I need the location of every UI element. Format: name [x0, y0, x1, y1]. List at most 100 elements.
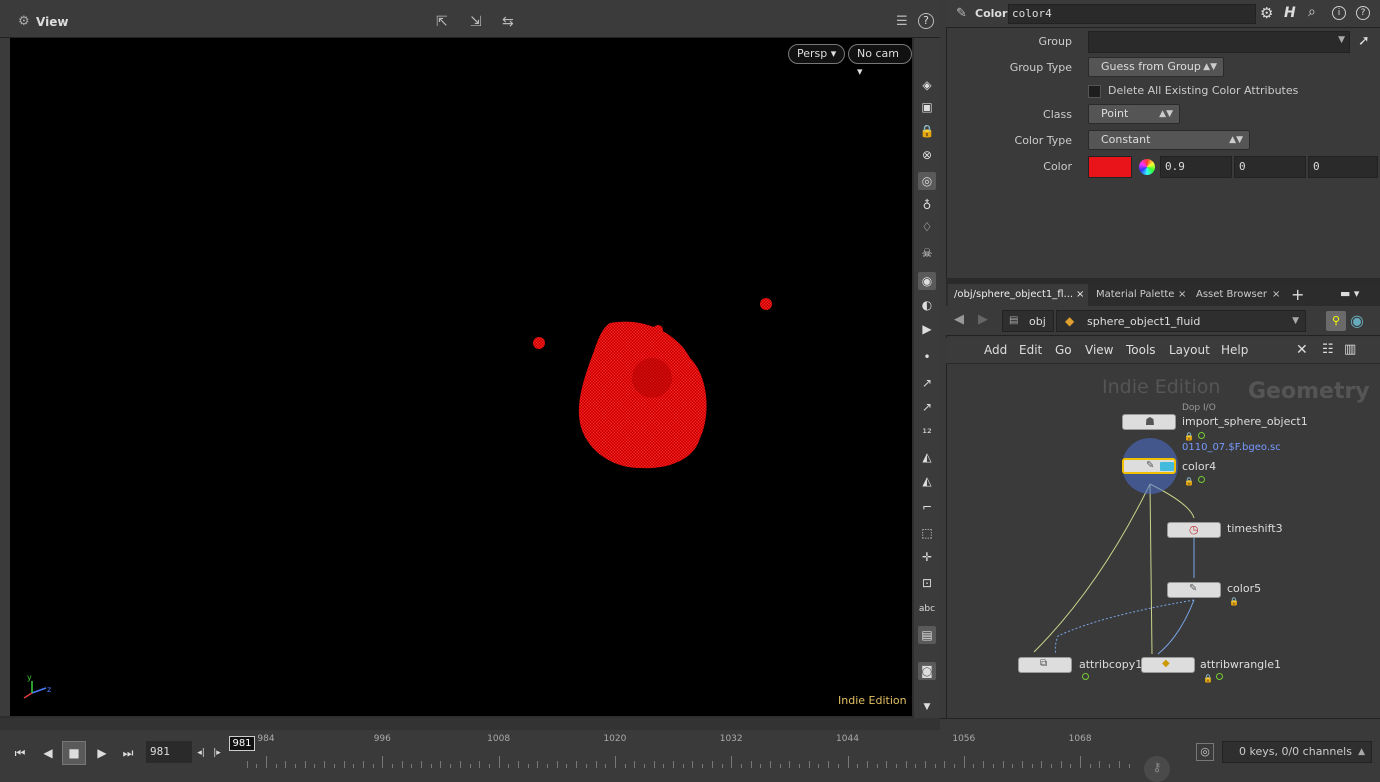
- node-attribcopy[interactable]: ⧉: [1018, 657, 1072, 673]
- ruler-tick: [663, 764, 665, 768]
- node-name-field[interactable]: color4: [1008, 4, 1256, 24]
- persp-menu[interactable]: Persp ▾: [788, 44, 846, 64]
- light-icon[interactable]: ♁: [918, 196, 936, 214]
- path-obj-segment[interactable]: ▤ obj: [1002, 310, 1054, 332]
- view-icon[interactable]: ⚙: [18, 14, 30, 29]
- node-attribwrangle[interactable]: ◆: [1141, 657, 1195, 673]
- forward-arrow-icon[interactable]: ▶: [978, 312, 988, 327]
- color-b-field[interactable]: 0: [1308, 156, 1378, 178]
- select-arrow-icon[interactable]: ➚: [1358, 33, 1370, 49]
- ghost-icon[interactable]: ◈: [918, 76, 936, 94]
- node-timeshift[interactable]: ◷: [1167, 522, 1221, 538]
- keys-dropdown-icon[interactable]: ▲: [1358, 742, 1365, 762]
- play-forward-button[interactable]: ▶: [90, 741, 114, 765]
- class-menu[interactable]: Point ▲▼: [1088, 104, 1180, 124]
- tab-material-close-icon[interactable]: ×: [1178, 284, 1186, 306]
- timeline-ruler[interactable]: 984 996 1008 1020 1032 1044 1056 1068: [230, 732, 1130, 768]
- link-icon[interactable]: ◉: [1350, 311, 1364, 330]
- tab-asset-close-icon[interactable]: ×: [1272, 284, 1280, 306]
- edge-icon[interactable]: ⌐: [918, 498, 936, 516]
- node-import[interactable]: ☗: [1122, 414, 1176, 430]
- toolbar-scroll-down-icon[interactable]: ▼: [918, 698, 936, 716]
- jump-end-button[interactable]: ⏭: [116, 741, 140, 765]
- node-color4[interactable]: ✎: [1122, 458, 1176, 474]
- pane-menu-icon[interactable]: ▬ ▾: [1340, 287, 1359, 300]
- menu-view[interactable]: View: [1085, 343, 1113, 357]
- info-icon[interactable]: i: [1332, 6, 1346, 20]
- wireframe-icon[interactable]: ◎: [918, 172, 936, 190]
- visibility-icon[interactable]: ◐: [918, 296, 936, 314]
- handle-tool-icon[interactable]: ⇲: [470, 14, 482, 30]
- jump-start-button[interactable]: ⏮: [8, 741, 32, 765]
- menu-edit[interactable]: Edit: [1019, 343, 1042, 357]
- color-r-field[interactable]: 0.9: [1160, 156, 1232, 178]
- grid-icon[interactable]: ⊡: [918, 574, 936, 592]
- snapshot-icon[interactable]: ◙: [918, 662, 936, 680]
- shading-icon[interactable]: ◉: [918, 272, 936, 290]
- stop-button[interactable]: ■: [62, 741, 86, 765]
- viewport-canvas[interactable]: y z Persp ▾ No cam ▾ Indie Edition: [10, 38, 912, 716]
- back-arrow-icon[interactable]: ◀: [954, 312, 964, 327]
- prim-icon[interactable]: ◭: [918, 448, 936, 466]
- help-icon[interactable]: ?: [918, 13, 934, 29]
- group-field[interactable]: ▼: [1088, 31, 1350, 53]
- tab-asset-browser[interactable]: Asset Browser ×: [1190, 284, 1284, 306]
- key-filter-icon[interactable]: ◎: [1196, 743, 1214, 761]
- path-node-segment[interactable]: ◆ sphere_object1_fluid ▼: [1056, 310, 1306, 332]
- current-frame-marker[interactable]: 981: [229, 736, 255, 751]
- color-wheel-icon[interactable]: [1139, 159, 1155, 175]
- color-g-field[interactable]: 0: [1234, 156, 1306, 178]
- gear-icon[interactable]: ⚙: [1260, 4, 1273, 22]
- point-icon[interactable]: •: [918, 348, 936, 366]
- clear-icon[interactable]: ⊗: [918, 146, 936, 164]
- menu-layout[interactable]: Layout: [1169, 343, 1210, 357]
- houdini-help-icon[interactable]: H: [1284, 5, 1296, 21]
- group-type-menu[interactable]: Guess from Group ▲▼: [1088, 57, 1224, 77]
- step-back-button[interactable]: ◂|: [194, 741, 208, 765]
- pin-icon[interactable]: ⚲: [1326, 311, 1346, 331]
- template-icon[interactable]: ▣: [918, 98, 936, 116]
- bounds-icon[interactable]: ⬚: [918, 524, 936, 542]
- prim-number-icon[interactable]: ◭: [918, 472, 936, 490]
- bulb-icon[interactable]: ♢: [918, 218, 936, 236]
- node-color5[interactable]: ✎: [1167, 582, 1221, 598]
- menu-help[interactable]: Help: [1221, 343, 1248, 357]
- transform-tool-icon[interactable]: ⇆: [502, 14, 514, 30]
- lock-icon[interactable]: 🔒: [918, 122, 936, 140]
- tab-material-palette[interactable]: Material Palette ×: [1090, 284, 1190, 306]
- vector-icon[interactable]: ↗: [918, 398, 936, 416]
- key-icon[interactable]: ⚷: [1144, 756, 1170, 782]
- network-canvas[interactable]: Indie Edition Geometry Dop I/O ☗ import_…: [950, 366, 1374, 718]
- camera-menu[interactable]: No cam ▾: [848, 44, 912, 78]
- color-type-menu[interactable]: Constant ▲▼: [1088, 130, 1250, 150]
- delete-attrs-checkbox[interactable]: [1088, 85, 1101, 98]
- color-swatch[interactable]: [1088, 156, 1132, 178]
- list-view-icon[interactable]: ▥: [1344, 342, 1356, 357]
- parm-help-icon[interactable]: ?: [1356, 6, 1370, 20]
- keys-status[interactable]: 0 keys, 0/0 channels ▲: [1222, 741, 1372, 763]
- pivot-icon[interactable]: ✛: [918, 548, 936, 566]
- play-backward-button[interactable]: ◀: [36, 741, 60, 765]
- skull-icon[interactable]: ☠: [918, 244, 936, 262]
- frame-input[interactable]: 981: [146, 741, 192, 763]
- tab-network[interactable]: /obj/sphere_object1_fl... ×: [948, 284, 1088, 306]
- pane-splitter[interactable]: [0, 718, 940, 730]
- point-number-icon[interactable]: ¹²: [918, 424, 936, 442]
- group-dropdown-icon[interactable]: ▼: [1338, 35, 1345, 45]
- menu-go[interactable]: Go: [1055, 343, 1072, 357]
- search-icon[interactable]: ⌕: [1308, 4, 1316, 20]
- menu-tools[interactable]: Tools: [1126, 343, 1156, 357]
- step-forward-button[interactable]: |▸: [210, 741, 224, 765]
- background-icon[interactable]: ▤: [918, 626, 936, 644]
- path-dropdown-icon[interactable]: ▼: [1292, 316, 1299, 326]
- add-tab-icon[interactable]: +: [1291, 285, 1304, 304]
- display-options-icon[interactable]: ☰: [896, 14, 908, 29]
- tree-view-icon[interactable]: ☷: [1322, 342, 1334, 357]
- menu-add[interactable]: Add: [984, 343, 1007, 357]
- text-icon[interactable]: abc: [918, 600, 936, 618]
- render-icon[interactable]: ▶: [918, 320, 936, 338]
- normal-icon[interactable]: ↗: [918, 374, 936, 392]
- select-tool-icon[interactable]: ⇱: [436, 14, 448, 30]
- tools-icon[interactable]: ✕: [1296, 342, 1308, 358]
- tab-network-close-icon[interactable]: ×: [1076, 284, 1084, 306]
